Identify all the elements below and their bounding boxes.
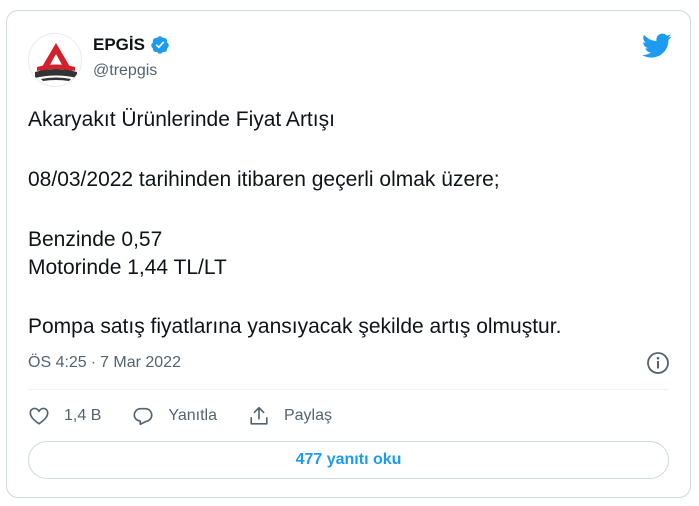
tweet-line-benzin: Benzinde 0,57 (28, 228, 163, 251)
verified-icon (151, 36, 169, 54)
action-bar: 1,4 B Yanıtla Paylaş (28, 403, 363, 429)
tweet-time: ÖS 4:25 (28, 354, 87, 371)
avatar[interactable] (28, 33, 82, 87)
share-label: Paylaş (283, 407, 333, 424)
share-icon (250, 406, 268, 425)
reply-icon (133, 407, 153, 426)
epgis-logo (35, 43, 77, 81)
like-button[interactable]: 1,4 B (28, 405, 101, 427)
read-replies-button[interactable]: 477 yanıtı oku (28, 441, 669, 479)
name-row: EPGİS (93, 35, 170, 55)
meta-separator: · (90, 354, 97, 371)
tweet-line-pompa: Pompa satış fiyatlarına yansıyacak şekil… (28, 315, 562, 338)
reply-button[interactable]: Yanıtla (132, 405, 217, 427)
tweet-date: 7 Mar 2022 (100, 354, 181, 371)
tweet-timestamp[interactable]: ÖS 4:25 · 7 Mar 2022 (28, 354, 181, 372)
tweet-card: EPGİS @trepgis Akaryakıt Ürünlerinde Fiy… (6, 10, 691, 498)
divider (28, 389, 669, 390)
handle[interactable]: @trepgis (93, 62, 157, 80)
info-icon[interactable] (646, 351, 670, 375)
likes-count: 1,4 B (64, 407, 102, 424)
tweet-line-motorin: Motorinde 1,44 TL/LT (28, 256, 227, 279)
twitter-bird-icon[interactable] (642, 33, 672, 59)
tweet-line-date: 08/03/2022 tarihinden itibaren geçerli o… (28, 168, 500, 191)
share-button[interactable]: Paylaş (248, 405, 332, 427)
display-name[interactable]: EPGİS (93, 35, 145, 55)
heart-icon (29, 407, 49, 425)
tweet-line-title: Akaryakıt Ürünlerinde Fiyat Artışı (28, 108, 335, 131)
reply-label: Yanıtla (168, 407, 217, 424)
